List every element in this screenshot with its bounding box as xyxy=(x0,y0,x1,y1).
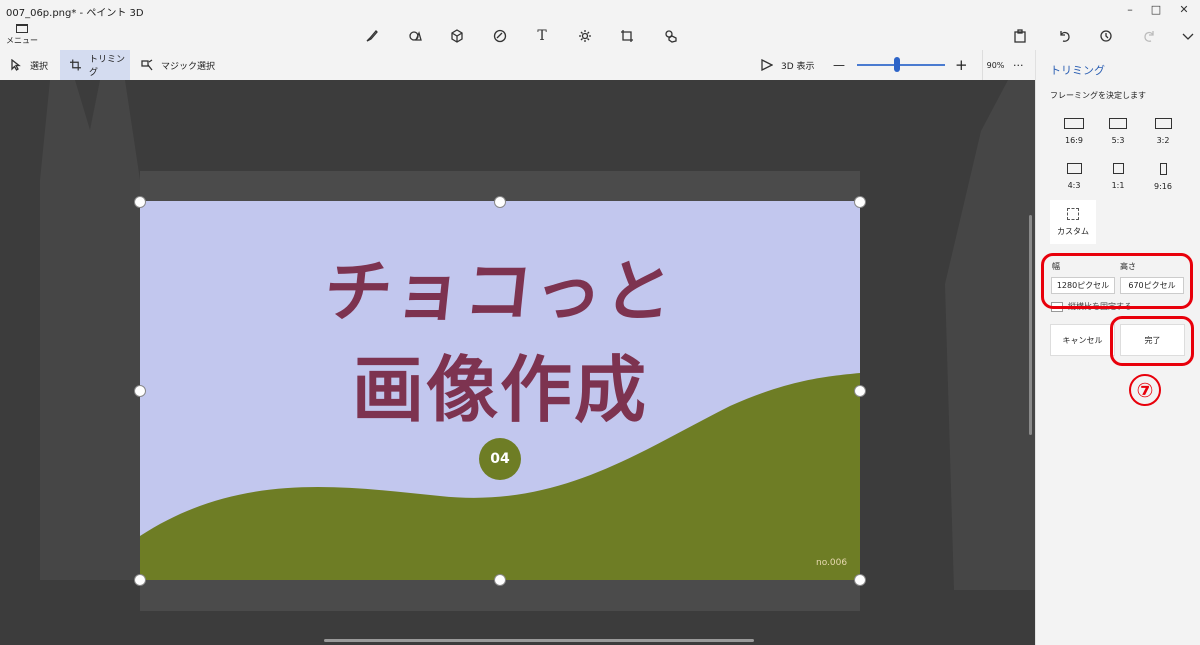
crop-tool[interactable]: トリミング xyxy=(60,50,130,80)
vertical-scrollbar[interactable] xyxy=(1029,215,1032,435)
brushes-icon[interactable] xyxy=(360,26,384,46)
ratio-label: 1:1 xyxy=(1111,181,1125,190)
ratio-4-3-icon xyxy=(1066,163,1082,174)
ratio-1-1[interactable]: 1:1 xyxy=(1096,163,1140,203)
effects-icon[interactable] xyxy=(573,26,597,46)
number-badge: 04 xyxy=(479,438,521,480)
ratio-3-2-icon xyxy=(1154,118,1172,129)
ratio-3-2[interactable]: 3:2 xyxy=(1141,118,1185,158)
history-icon[interactable] xyxy=(1094,26,1118,46)
crop-handle-bottom[interactable] xyxy=(494,574,506,586)
ratio-16-9[interactable]: 16:9 xyxy=(1052,118,1096,158)
paste-icon[interactable] xyxy=(1008,26,1032,46)
ratio-custom[interactable]: カスタム xyxy=(1050,200,1096,244)
annotation-highlight-size xyxy=(1041,253,1193,309)
ratio-label: 16:9 xyxy=(1065,136,1083,145)
panel-subtitle: フレーミングを決定します xyxy=(1050,91,1146,100)
ratio-5-3[interactable]: 5:3 xyxy=(1096,118,1140,158)
view-3d-button[interactable]: 3D 表示 xyxy=(761,50,815,80)
image-title-line1: チョコっと xyxy=(320,253,679,332)
ratio-4-3[interactable]: 4:3 xyxy=(1052,163,1096,203)
2d-shapes-icon[interactable] xyxy=(404,26,428,46)
ratio-5-3-icon xyxy=(1109,118,1127,129)
ratio-16-9-icon xyxy=(1064,118,1084,129)
minimize-button[interactable]: – xyxy=(1122,2,1138,16)
select-tool[interactable]: 選択 xyxy=(10,50,48,80)
crop-handle-top[interactable] xyxy=(494,196,506,208)
crop-handle-bottom-right[interactable] xyxy=(854,574,866,586)
horizontal-scrollbar[interactable] xyxy=(324,639,754,642)
ratio-label: 5:3 xyxy=(1111,136,1125,145)
canvas-image[interactable]: チョコっと 画像作成 04 no.006 xyxy=(140,201,860,580)
crop-handle-left[interactable] xyxy=(134,385,146,397)
3d-shapes-icon[interactable] xyxy=(445,26,469,46)
annotation-highlight-done xyxy=(1110,316,1194,366)
menu-label: メニュー xyxy=(6,36,38,45)
ratio-label: 3:2 xyxy=(1156,136,1170,145)
view-3d-label: 3D 表示 xyxy=(781,61,815,72)
background-shape xyxy=(945,80,1035,590)
ratio-1-1-icon xyxy=(1112,163,1124,174)
custom-label: カスタム xyxy=(1057,227,1089,236)
custom-ratio-icon xyxy=(1067,208,1079,220)
more-button[interactable]: ··· xyxy=(1013,50,1024,80)
cursor-icon xyxy=(11,59,21,71)
zoom-in-button[interactable]: + xyxy=(955,50,968,80)
crop-handle-top-right[interactable] xyxy=(854,196,866,208)
canvas-icon[interactable] xyxy=(615,26,639,46)
crop-icon xyxy=(70,59,81,71)
expand-icon[interactable] xyxy=(1176,26,1200,46)
panel-title: トリミング xyxy=(1050,64,1105,77)
select-label: 選択 xyxy=(30,61,49,72)
zoom-out-button[interactable]: — xyxy=(833,50,845,80)
ratio-label: 4:3 xyxy=(1067,181,1081,190)
magic-select-label: マジック選択 xyxy=(161,61,216,72)
crop-handle-bottom-left[interactable] xyxy=(134,574,146,586)
zoom-slider[interactable] xyxy=(857,64,945,66)
image-code: no.006 xyxy=(816,558,848,568)
folder-icon xyxy=(16,24,28,33)
stickers-icon[interactable] xyxy=(488,26,512,46)
image-title-line2: 画像作成 xyxy=(351,348,648,432)
crop-handle-top-left[interactable] xyxy=(134,196,146,208)
ratio-label: 9:16 xyxy=(1154,182,1172,191)
crop-handle-right[interactable] xyxy=(854,385,866,397)
zoom-slider-thumb[interactable] xyxy=(893,57,900,72)
magic-select-icon xyxy=(141,59,153,71)
background-shape xyxy=(40,80,140,580)
view-3d-icon xyxy=(761,59,773,71)
cancel-button[interactable]: キャンセル xyxy=(1050,324,1115,356)
zoom-level[interactable]: 90% xyxy=(982,50,1008,80)
ratio-9-16-icon xyxy=(1159,163,1167,175)
crop-label: トリミング xyxy=(88,55,125,78)
window-title: 007_06p.png* - ペイント 3D xyxy=(6,8,144,19)
magic-select-tool[interactable]: マジック選択 xyxy=(141,50,215,80)
title-bar: 007_06p.png* - ペイント 3D メニュー T – □ ✕ xyxy=(0,0,1200,50)
menu-button[interactable]: メニュー xyxy=(6,22,38,48)
text-icon[interactable]: T xyxy=(530,26,554,46)
close-button[interactable]: ✕ xyxy=(1176,2,1192,16)
maximize-button[interactable]: □ xyxy=(1148,2,1164,16)
undo-icon[interactable] xyxy=(1052,26,1076,46)
ratio-9-16[interactable]: 9:16 xyxy=(1141,163,1185,203)
annotation-step-marker: ⑦ xyxy=(1129,374,1161,406)
3d-library-icon[interactable] xyxy=(659,26,683,46)
redo-icon[interactable] xyxy=(1138,26,1162,46)
